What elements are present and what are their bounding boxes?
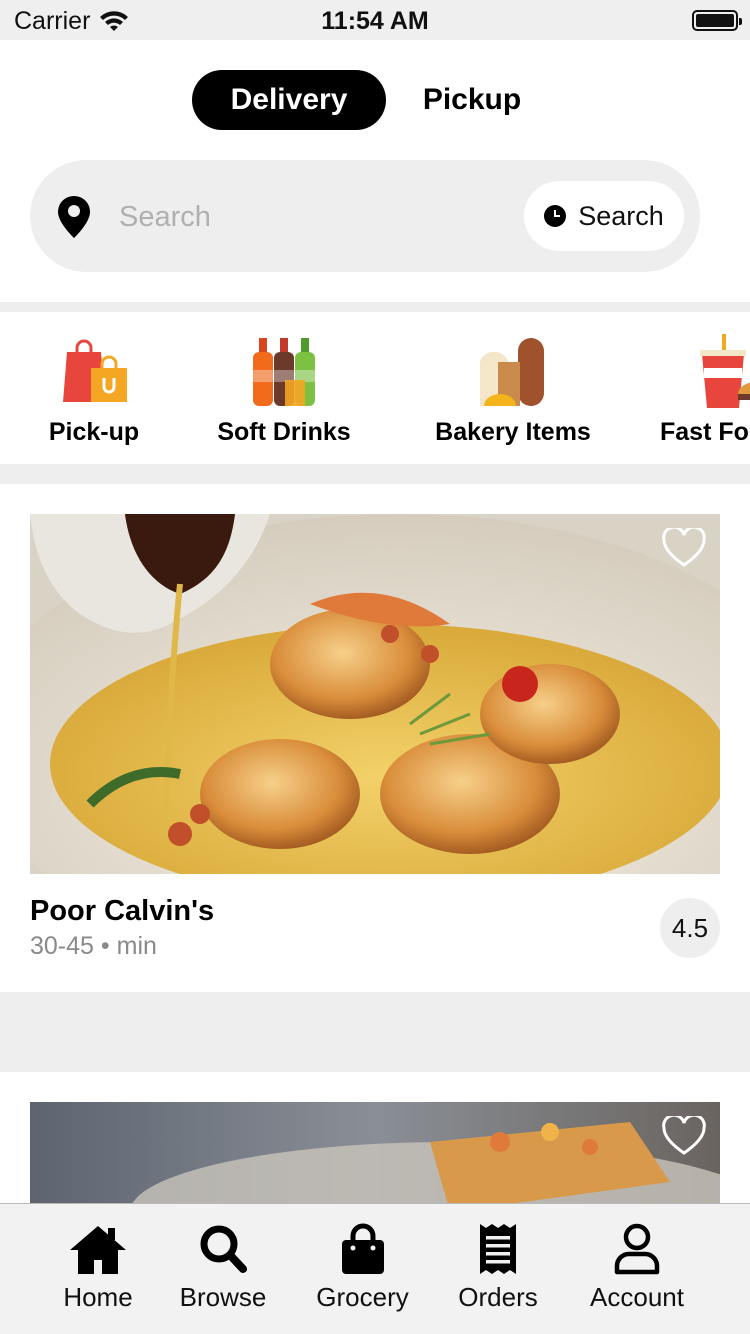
home-icon [70,1226,126,1274]
delivery-time-unit: min [116,932,157,960]
favorite-heart-icon[interactable] [662,528,706,568]
waffle-dish-image [30,1102,720,1203]
status-time: 11:54 AM [321,7,429,35]
location-pin-icon [58,196,90,238]
restaurant-name[interactable]: Poor Calvin's [30,895,214,928]
tab-label: Orders [458,1282,538,1312]
status-bar: Carrier 11:54 AM [0,0,750,40]
schedule-button[interactable]: Search [524,181,684,251]
tab-orders[interactable]: Orders [448,1222,548,1313]
tab-label: Browse [179,1282,267,1312]
section-divider [0,992,750,1072]
category-soft-drinks[interactable]: Soft Drinks [203,332,365,447]
rating-badge: 4.5 [660,898,720,958]
shopping-bag-icon [341,1223,384,1274]
soda-bottles-icon [253,338,315,406]
user-icon [614,1223,660,1275]
category-label: Soft Drinks [217,418,351,446]
category-bakery-items[interactable]: Bakery Items [418,332,608,447]
search-input[interactable]: Search [119,201,211,234]
restaurant-photo[interactable] [30,514,720,874]
bottom-tab-bar: Home Browse Grocery Orders Account [0,1203,750,1334]
search-icon [200,1225,247,1273]
tab-grocery[interactable]: Grocery [305,1222,420,1313]
bread-icon [479,338,544,406]
receipt-icon [480,1224,516,1274]
tab-account[interactable]: Account [578,1222,696,1313]
delivery-tab[interactable]: Delivery [192,70,386,130]
mode-toggle: Delivery Pickup [0,70,750,130]
fast-food-icon [700,334,750,408]
pickup-tab[interactable]: Pickup [400,70,544,130]
tab-label: Account [590,1282,684,1312]
section-divider [0,302,750,312]
meta-separator: • [100,932,110,960]
category-carousel[interactable]: Pick-up Soft Drinks Bakery Items Fast Fo [0,312,750,464]
search-bar[interactable]: Search Search [30,160,700,272]
shopping-bags-icon [63,339,127,402]
restaurant-delivery-time: 30-45 • min [30,932,157,961]
tab-browse[interactable]: Browse [168,1222,278,1313]
category-fast-food[interactable]: Fast Fo [660,332,750,447]
scallop-dish-image [30,514,720,874]
clock-icon [544,205,567,227]
category-pick-up[interactable]: Pick-up [38,332,150,447]
restaurant-photo[interactable] [30,1102,720,1203]
battery-icon [692,10,742,31]
section-divider [0,464,750,484]
favorite-heart-icon[interactable] [662,1116,706,1156]
tab-home[interactable]: Home [48,1222,148,1313]
category-label: Bakery Items [435,418,591,446]
schedule-button-label: Search [578,200,664,231]
delivery-time-range: 30-45 [30,932,94,960]
category-label: Fast Fo [660,418,749,446]
category-label: Pick-up [48,418,140,446]
tab-label: Grocery [316,1282,409,1312]
tab-label: Home [63,1282,133,1312]
